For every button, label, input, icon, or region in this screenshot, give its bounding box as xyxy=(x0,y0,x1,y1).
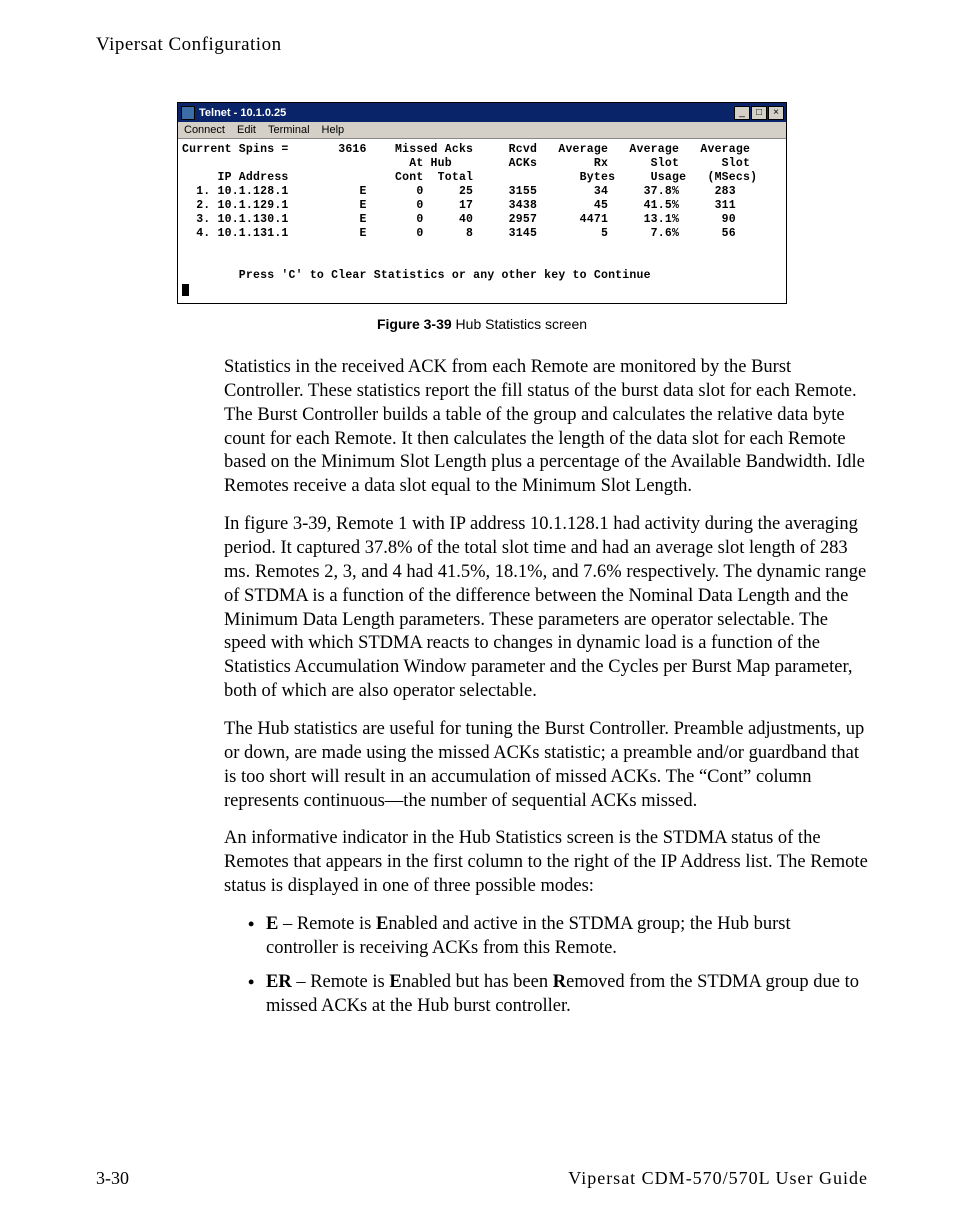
minimize-button[interactable]: _ xyxy=(734,106,750,120)
menu-connect[interactable]: Connect xyxy=(184,124,225,136)
menu-edit[interactable]: Edit xyxy=(237,124,256,136)
status-code: ER xyxy=(266,972,292,992)
list-item: ER – Remote is Enabled but has been Remo… xyxy=(248,971,864,1019)
cursor-icon xyxy=(182,284,189,296)
window-title: Telnet - 10.1.0.25 xyxy=(199,107,286,119)
figure-caption: Figure 3-39 Hub Statistics screen xyxy=(96,316,868,332)
text: – Remote is xyxy=(292,972,390,992)
app-icon xyxy=(181,106,195,120)
menu-terminal[interactable]: Terminal xyxy=(268,124,310,136)
paragraph: Statistics in the received ACK from each… xyxy=(96,356,868,499)
titlebar: Telnet - 10.1.0.25 _ □ × xyxy=(178,103,786,122)
telnet-window: Telnet - 10.1.0.25 _ □ × Connect Edit Te… xyxy=(177,102,787,304)
term-line: At Hub ACKs Rx Slot Slot xyxy=(182,157,750,170)
status-list: E – Remote is Enabled and active in the … xyxy=(96,913,868,1018)
term-row: 3. 10.1.130.1 E 0 40 2957 4471 13.1% 90 xyxy=(182,213,736,226)
paragraph: In figure 3-39, Remote 1 with IP address… xyxy=(96,513,868,704)
paragraph: An informative indicator in the Hub Stat… xyxy=(96,827,868,899)
footer: 3-30 Vipersat CDM-570/570L User Guide xyxy=(96,1168,868,1189)
paragraph: The Hub statistics are useful for tuning… xyxy=(96,718,868,813)
bold-letter: R xyxy=(553,972,566,992)
term-prompt: Press 'C' to Clear Statistics or any oth… xyxy=(182,269,651,282)
section-header: Vipersat Configuration xyxy=(96,34,868,56)
term-row: 1. 10.1.128.1 E 0 25 3155 34 37.8% 283 xyxy=(182,185,736,198)
bold-letter: E xyxy=(389,972,401,992)
term-row: 4. 10.1.131.1 E 0 8 3145 5 7.6% 56 xyxy=(182,227,736,240)
guide-title: Vipersat CDM-570/570L User Guide xyxy=(568,1168,868,1189)
text: nabled but has been xyxy=(402,972,553,992)
term-row: 2. 10.1.129.1 E 0 17 3438 45 41.5% 311 xyxy=(182,199,736,212)
terminal-output: Current Spins = 3616 Missed Acks Rcvd Av… xyxy=(178,139,786,303)
term-line: IP Address Cont Total Bytes Usage (MSecs… xyxy=(182,171,757,184)
page-number: 3-30 xyxy=(96,1168,129,1189)
menubar: Connect Edit Terminal Help xyxy=(178,122,786,139)
bold-letter: E xyxy=(376,914,388,934)
menu-help[interactable]: Help xyxy=(322,124,345,136)
status-code: E xyxy=(266,914,278,934)
text: – Remote is xyxy=(278,914,376,934)
maximize-button[interactable]: □ xyxy=(751,106,767,120)
figure-number: Figure 3-39 xyxy=(377,316,452,332)
figure-title: Hub Statistics screen xyxy=(452,316,587,332)
term-line: Current Spins = 3616 Missed Acks Rcvd Av… xyxy=(182,143,750,156)
list-item: E – Remote is Enabled and active in the … xyxy=(248,913,864,961)
close-button[interactable]: × xyxy=(768,106,784,120)
